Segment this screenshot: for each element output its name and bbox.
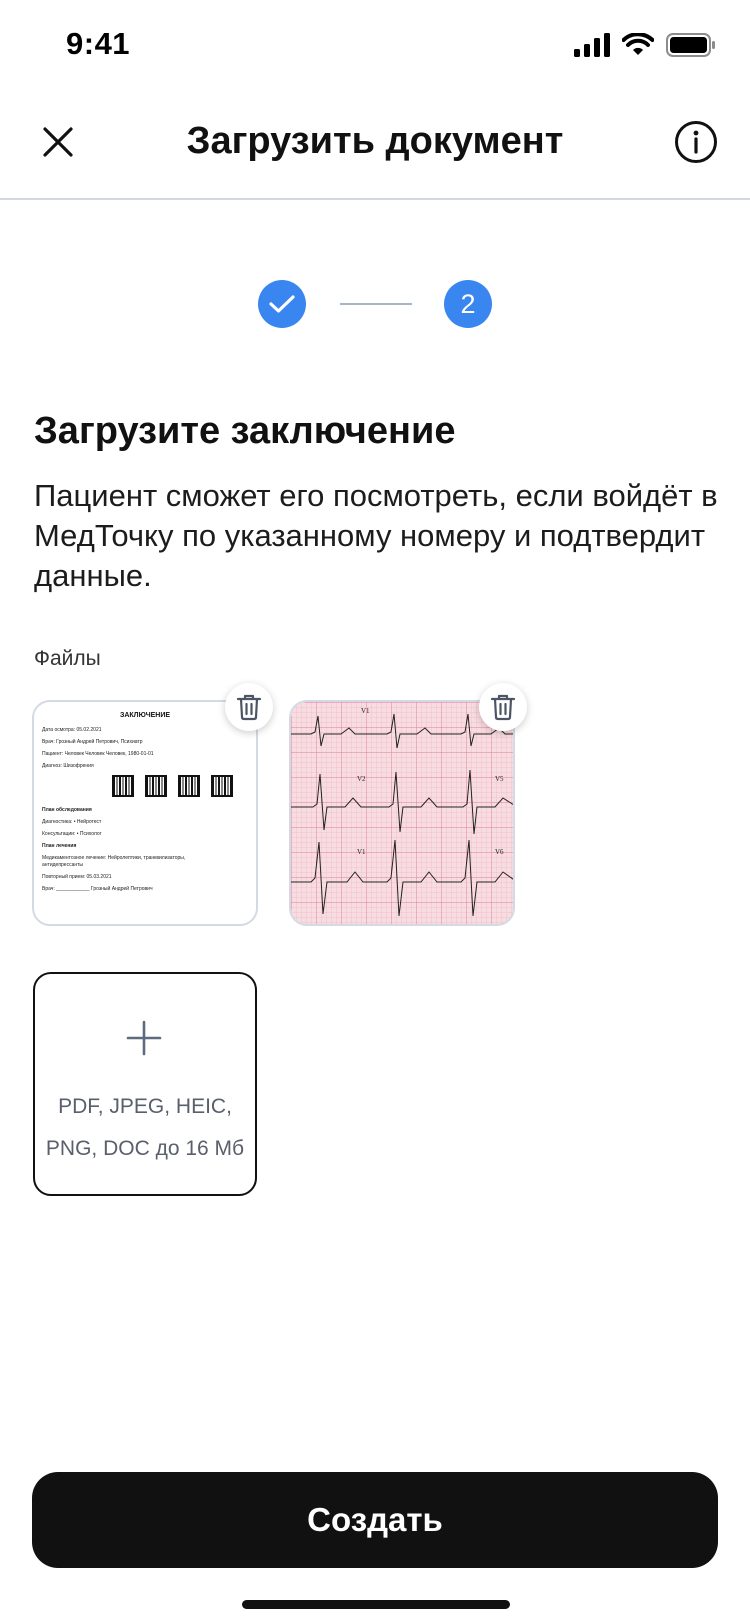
supported-formats: PDF, JPEG, HEIC, PNG, DOC до 16 Мб <box>35 1086 255 1170</box>
document-preview-line: План лечения <box>42 843 77 849</box>
qr-code-icon <box>178 775 200 797</box>
status-bar: 9:41 <box>0 0 750 92</box>
info-icon <box>675 121 717 163</box>
document-preview-line: Дата осмотра: 05.02.2021 <box>42 727 102 733</box>
document-preview-line: Повторный прием: 05.03.2021 <box>42 874 112 880</box>
ecg-lead-label: V1 <box>361 707 370 715</box>
trash-icon <box>236 694 262 721</box>
delete-file-button[interactable] <box>225 683 273 731</box>
files-label: Файлы <box>34 647 101 670</box>
step-1-completed <box>258 280 306 328</box>
file-thumbnail-document[interactable]: ЗАКЛЮЧЕНИЕ Дата осмотра: 05.02.2021 Врач… <box>32 700 258 926</box>
section-description: Пациент сможет его посмотреть, если войд… <box>34 478 718 593</box>
supported-formats-line: PDF, JPEG, HEIC, <box>58 1095 232 1118</box>
nav-bar: Загрузить документ <box>0 96 750 200</box>
check-icon <box>269 295 295 313</box>
ecg-lead-label: V6 <box>495 848 504 856</box>
document-preview-line: Врач: Грозный Андрей Петрович, Психиатр <box>42 739 143 745</box>
section-heading: Загрузите заключение <box>34 410 456 452</box>
document-preview-line: Диагноз: Шизофрения <box>42 763 94 769</box>
document-preview-line: Врач: ____________ Грозный Андрей Петров… <box>42 886 153 892</box>
document-preview-line: План обследования <box>42 807 92 813</box>
wifi-icon <box>622 33 654 55</box>
ecg-image: V1 V2 V1 V5 V6 <box>291 702 513 924</box>
qr-codes <box>112 775 248 797</box>
stepper: 2 <box>258 280 494 328</box>
delete-file-button[interactable] <box>479 683 527 731</box>
qr-code-icon <box>112 775 134 797</box>
status-icons <box>574 32 716 58</box>
home-indicator <box>242 1600 510 1609</box>
create-button[interactable]: Создать <box>32 1472 718 1568</box>
document-preview: ЗАКЛЮЧЕНИЕ Дата осмотра: 05.02.2021 Врач… <box>42 710 248 898</box>
step-connector <box>340 303 412 305</box>
page-title: Загрузить документ <box>186 120 564 162</box>
plus-icon <box>126 1020 162 1056</box>
document-preview-line: Диагностика: • Нейротест <box>42 819 102 825</box>
battery-icon <box>666 33 715 57</box>
document-preview-line: Пациент: Человек Человек Человек, 1980-0… <box>42 751 154 757</box>
ecg-lead-label: V5 <box>495 775 504 783</box>
step-2-current: 2 <box>444 280 492 328</box>
ecg-lead-label: V2 <box>357 775 366 783</box>
qr-code-icon <box>211 775 233 797</box>
qr-code-icon <box>145 775 167 797</box>
status-time: 9:41 <box>66 26 131 61</box>
ecg-lead-label: V1 <box>357 848 366 856</box>
document-preview-line: Медикаментозное лечение: Нейролептики, т… <box>42 855 186 868</box>
file-thumbnail-ecg[interactable]: V1 V2 V1 V5 V6 <box>289 700 515 926</box>
add-file-button[interactable]: PDF, JPEG, HEIC, PNG, DOC до 16 Мб <box>33 972 257 1196</box>
supported-formats-line: PNG, DOC до 16 Мб <box>45 1137 245 1160</box>
document-preview-title: ЗАКЛЮЧЕНИЕ <box>119 712 171 719</box>
trash-icon <box>490 694 516 721</box>
signal-icon <box>574 33 610 57</box>
document-preview-line: Консультации: • Психолог <box>42 831 102 837</box>
info-button[interactable] <box>672 118 720 166</box>
